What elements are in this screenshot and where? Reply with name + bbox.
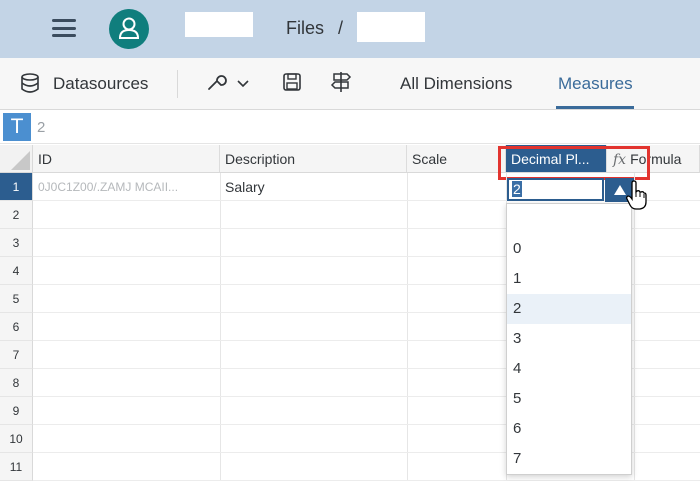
row-number[interactable]: 7 bbox=[0, 341, 33, 369]
cell-id[interactable]: 0J0C1Z00/.ZAMJ MCAII... bbox=[33, 173, 220, 201]
chevron-down-icon[interactable] bbox=[236, 76, 250, 90]
measures-grid: ID Description Scale Decimal Pl... fx For… bbox=[0, 145, 700, 481]
column-divider bbox=[634, 173, 635, 480]
dropdown-option[interactable]: 5 bbox=[507, 384, 631, 414]
datasources-button[interactable]: Datasources bbox=[53, 74, 148, 94]
redacted-block bbox=[185, 12, 253, 37]
formula-bar: T 2 bbox=[0, 110, 700, 144]
row-number[interactable]: 9 bbox=[0, 397, 33, 425]
breadcrumb-files[interactable]: Files bbox=[286, 18, 324, 39]
decimal-places-value: 2 bbox=[512, 181, 522, 197]
column-header-description[interactable]: Description bbox=[220, 145, 407, 173]
dropdown-option-empty[interactable] bbox=[507, 204, 631, 234]
dropdown-option[interactable]: 1 bbox=[507, 264, 631, 294]
decimal-places-editor[interactable]: 2 bbox=[507, 178, 604, 201]
grid-corner[interactable] bbox=[0, 145, 33, 173]
column-header-id[interactable]: ID bbox=[33, 145, 220, 173]
row-number[interactable]: 11 bbox=[0, 453, 33, 481]
redacted-block bbox=[357, 12, 425, 42]
formula-bar-value[interactable]: 2 bbox=[37, 119, 45, 136]
row-number[interactable]: 4 bbox=[0, 257, 33, 285]
row-number[interactable]: 8 bbox=[0, 369, 33, 397]
cell-description[interactable]: Salary bbox=[220, 173, 407, 201]
dropdown-option[interactable]: 7 bbox=[507, 444, 631, 474]
type-toggle-button[interactable]: T bbox=[3, 113, 31, 141]
select-all-icon bbox=[11, 151, 30, 170]
dropdown-option[interactable]: 6 bbox=[507, 414, 631, 444]
shell-header: Files / bbox=[0, 0, 700, 58]
avatar[interactable] bbox=[109, 9, 149, 49]
row-number[interactable]: 5 bbox=[0, 285, 33, 313]
dropdown-option-selected[interactable]: 2 bbox=[507, 294, 631, 324]
column-divider bbox=[407, 173, 408, 480]
decimal-places-dropdown: 0 1 2 3 4 5 6 7 bbox=[506, 203, 632, 475]
row-number[interactable]: 6 bbox=[0, 313, 33, 341]
toolbar-divider bbox=[177, 70, 178, 98]
breadcrumb-separator: / bbox=[338, 18, 344, 38]
row-number[interactable]: 3 bbox=[0, 229, 33, 257]
dropdown-option[interactable]: 0 bbox=[507, 234, 631, 264]
cell-scale[interactable] bbox=[407, 173, 506, 201]
row-number[interactable]: 2 bbox=[0, 201, 33, 229]
database-icon[interactable] bbox=[19, 72, 41, 94]
tab-all-dimensions[interactable]: All Dimensions bbox=[400, 74, 512, 94]
wrench-icon[interactable] bbox=[205, 71, 227, 93]
save-icon[interactable] bbox=[281, 71, 303, 93]
row-number[interactable]: 10 bbox=[0, 425, 33, 453]
tab-measures[interactable]: Measures bbox=[558, 74, 633, 94]
hamburger-menu-icon[interactable] bbox=[52, 19, 76, 37]
column-divider bbox=[220, 173, 221, 480]
signpost-icon[interactable] bbox=[330, 70, 352, 94]
toolbar: Datasources All Dimensions Measures bbox=[0, 58, 700, 110]
user-icon bbox=[118, 17, 140, 39]
hand-cursor-icon bbox=[626, 180, 647, 210]
row-number[interactable]: 1 bbox=[0, 173, 33, 201]
active-tab-indicator bbox=[556, 106, 634, 109]
highlight-box bbox=[498, 146, 650, 180]
dropdown-option[interactable]: 3 bbox=[507, 324, 631, 354]
dropdown-option[interactable]: 4 bbox=[507, 354, 631, 384]
column-header-scale[interactable]: Scale bbox=[407, 145, 506, 173]
